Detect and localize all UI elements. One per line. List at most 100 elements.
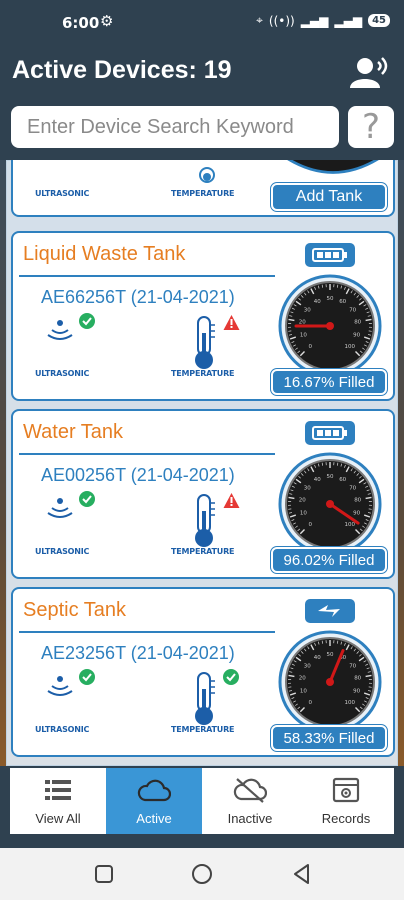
fill-gauge: 0102030405060708090100 bbox=[278, 630, 382, 727]
temperature-label: TEMPERATURE bbox=[171, 725, 235, 734]
tank-card[interactable]: Septic Tank AE23256T (21-04-2021) ULTRAS… bbox=[11, 587, 395, 757]
nav-inactive[interactable]: Inactive bbox=[202, 768, 298, 834]
svg-text:10: 10 bbox=[300, 333, 307, 339]
search-input[interactable] bbox=[11, 106, 339, 148]
title-divider bbox=[19, 453, 275, 455]
svg-text:50: 50 bbox=[327, 652, 334, 658]
ultrasonic-label: ULTRASONIC bbox=[35, 547, 90, 556]
tank-name: Liquid Waste Tank bbox=[23, 243, 186, 265]
svg-text:20: 20 bbox=[299, 498, 306, 504]
location-icon: ⌖ bbox=[256, 13, 263, 27]
svg-text:0: 0 bbox=[308, 700, 312, 706]
battery-badge bbox=[305, 243, 355, 267]
svg-text:30: 30 bbox=[304, 308, 311, 314]
ok-check-icon bbox=[79, 491, 95, 507]
add-tank-button[interactable]: Add Tank bbox=[271, 183, 387, 211]
temperature-label: TEMPERATURE bbox=[171, 369, 235, 378]
list-icon bbox=[45, 780, 71, 800]
svg-text:0: 0 bbox=[308, 522, 312, 528]
svg-text:50: 50 bbox=[327, 474, 334, 480]
thermometer-icon bbox=[195, 316, 215, 369]
nav-active[interactable]: Active bbox=[106, 768, 202, 834]
ultrasonic-sensor-icon bbox=[47, 676, 73, 696]
ok-check-icon bbox=[223, 669, 239, 685]
svg-text:90: 90 bbox=[353, 689, 360, 695]
svg-text:80: 80 bbox=[354, 676, 361, 682]
ultrasonic-label: ULTRASONIC bbox=[35, 725, 90, 734]
svg-text:10: 10 bbox=[300, 511, 307, 517]
fill-level-badge: 96.02% Filled bbox=[271, 547, 387, 573]
thermometer-icon bbox=[195, 672, 215, 725]
svg-text:70: 70 bbox=[349, 664, 356, 670]
ok-check-icon bbox=[79, 669, 95, 685]
status-time: 6:00 bbox=[62, 14, 100, 32]
status-bar: 6:00 ⚙ ⌖ ((•)) ▂▄▆ ▂▄▆ 45 bbox=[0, 0, 404, 44]
user-voice-icon[interactable] bbox=[348, 56, 392, 90]
partial-card: ULTRASONIC TEMPERATURE Add Tank bbox=[11, 160, 395, 217]
cloud-icon bbox=[137, 779, 171, 802]
battery-full-icon bbox=[312, 248, 347, 262]
device-id: AE23256T (21-04-2021) bbox=[41, 643, 235, 663]
fill-gauge: 0102030405060708090100 bbox=[278, 274, 382, 371]
title-divider bbox=[19, 631, 275, 633]
ok-check-icon bbox=[79, 313, 95, 329]
warning-icon bbox=[223, 493, 240, 508]
ultrasonic-sensor-icon bbox=[47, 498, 73, 518]
svg-text:100: 100 bbox=[345, 344, 356, 350]
help-button[interactable]: ? bbox=[348, 106, 394, 148]
status-icons: ⌖ ((•)) ▂▄▆ ▂▄▆ 45 bbox=[256, 13, 390, 28]
svg-text:30: 30 bbox=[304, 486, 311, 492]
nav-records[interactable]: Records bbox=[298, 768, 394, 834]
nav-active-label: Active bbox=[136, 811, 172, 826]
device-id: AE00256T (21-04-2021) bbox=[41, 465, 235, 485]
battery-charging-icon bbox=[318, 605, 340, 617]
system-nav-bar bbox=[0, 848, 404, 900]
svg-text:70: 70 bbox=[349, 486, 356, 492]
svg-text:0: 0 bbox=[308, 344, 312, 350]
app-header: Active Devices: 19 bbox=[0, 44, 404, 100]
fill-gauge: 0102030405060708090100 bbox=[278, 452, 382, 549]
svg-text:90: 90 bbox=[353, 511, 360, 517]
battery-badge bbox=[305, 599, 355, 623]
hotspot-icon: ((•)) bbox=[268, 13, 295, 28]
svg-text:10: 10 bbox=[300, 689, 307, 695]
svg-text:60: 60 bbox=[339, 477, 346, 483]
svg-text:50: 50 bbox=[327, 296, 334, 302]
svg-text:80: 80 bbox=[354, 498, 361, 504]
svg-text:20: 20 bbox=[299, 676, 306, 682]
nav-view-all-label: View All bbox=[35, 811, 81, 826]
svg-text:40: 40 bbox=[314, 477, 321, 483]
signal-icon: ▂▄▆ bbox=[300, 13, 329, 28]
battery-icon: 45 bbox=[368, 14, 390, 27]
temperature-label: TEMPERATURE bbox=[171, 547, 235, 556]
svg-text:100: 100 bbox=[345, 700, 356, 706]
warning-icon bbox=[223, 315, 240, 330]
svg-text:90: 90 bbox=[353, 333, 360, 339]
svg-text:40: 40 bbox=[314, 655, 321, 661]
nav-inactive-label: Inactive bbox=[227, 811, 273, 826]
battery-badge bbox=[305, 421, 355, 445]
home-icon[interactable] bbox=[190, 862, 214, 886]
nav-view-all[interactable]: View All bbox=[10, 768, 106, 834]
ultrasonic-label: ULTRASONIC bbox=[35, 189, 90, 198]
fill-level-badge: 16.67% Filled bbox=[271, 369, 387, 395]
bottom-nav: View All Active Inactive Records bbox=[10, 768, 394, 834]
tank-card[interactable]: Water Tank AE00256T (21-04-2021) ULTRASO… bbox=[11, 409, 395, 579]
cloud-off-icon bbox=[233, 778, 267, 803]
tank-card[interactable]: Liquid Waste Tank AE66256T (21-04-2021) … bbox=[11, 231, 395, 401]
signal-icon-2: ▂▄▆ bbox=[334, 13, 363, 28]
title-divider bbox=[19, 275, 275, 277]
ultrasonic-sensor-icon bbox=[47, 320, 73, 340]
device-list-area: ULTRASONIC TEMPERATURE Add Tank Liquid W… bbox=[0, 160, 404, 766]
search-row: ? bbox=[0, 104, 404, 150]
nav-records-label: Records bbox=[321, 811, 371, 826]
battery-full-icon bbox=[312, 426, 347, 440]
ultrasonic-label: ULTRASONIC bbox=[35, 369, 90, 378]
svg-text:80: 80 bbox=[354, 320, 361, 326]
thermometer-icon bbox=[195, 494, 215, 547]
back-icon[interactable] bbox=[290, 862, 314, 886]
question-icon: ? bbox=[361, 107, 381, 147]
recents-icon[interactable] bbox=[92, 862, 116, 886]
page-title: Active Devices: 19 bbox=[12, 56, 232, 84]
device-list-panel: ULTRASONIC TEMPERATURE Add Tank Liquid W… bbox=[6, 160, 398, 766]
